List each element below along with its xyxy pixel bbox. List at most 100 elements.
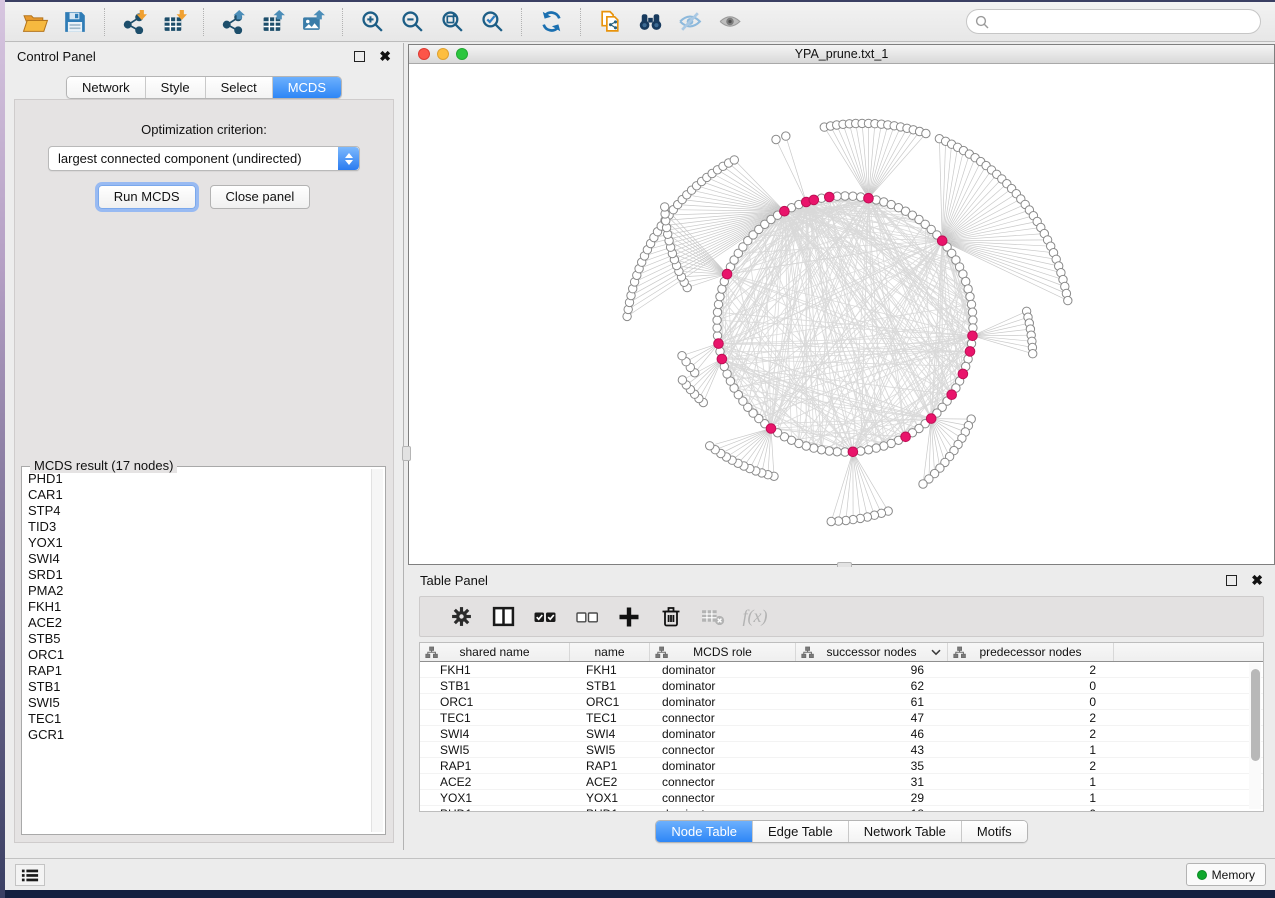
table-row[interactable]: RAP1RAP1dominator352	[420, 758, 1263, 774]
mcds-result-item[interactable]: STB1	[28, 679, 370, 695]
import-network-button[interactable]	[114, 6, 154, 38]
zoom-selected-button[interactable]	[472, 6, 512, 38]
cell-predecessor-nodes[interactable]: 2	[948, 726, 1114, 741]
cell-predecessor-nodes[interactable]: 2	[948, 710, 1114, 725]
table-tab-node-table[interactable]: Node Table	[656, 821, 752, 842]
cell-shared-name[interactable]: PHD1	[420, 806, 570, 812]
cell-MCDS-role[interactable]: dominator	[650, 726, 796, 741]
cell-predecessor-nodes[interactable]: 0	[948, 678, 1114, 693]
table-scrollbar[interactable]	[1249, 663, 1261, 809]
mcds-result-item[interactable]: YOX1	[28, 535, 370, 551]
zoom-fit-button[interactable]	[432, 6, 472, 38]
float-table-panel-icon[interactable]	[1226, 575, 1237, 586]
export-image-button[interactable]	[293, 6, 333, 38]
cell-predecessor-nodes[interactable]: 1	[948, 774, 1114, 789]
mcds-result-item[interactable]: PHD1	[28, 471, 370, 487]
find-button[interactable]	[630, 6, 670, 38]
column-header-name[interactable]: name	[570, 643, 650, 661]
mcds-result-item[interactable]: ORC1	[28, 647, 370, 663]
search-input[interactable]	[989, 12, 1260, 32]
clone-network-button[interactable]	[590, 6, 630, 38]
cell-MCDS-role[interactable]: dominator	[650, 806, 796, 812]
cell-successor-nodes[interactable]: 46	[796, 726, 948, 741]
mcds-result-item[interactable]: SRD1	[28, 567, 370, 583]
cell-name[interactable]: SWI5	[570, 742, 650, 757]
tab-mcds[interactable]: MCDS	[272, 77, 341, 98]
cell-shared-name[interactable]: SWI4	[420, 726, 570, 741]
cell-name[interactable]: FKH1	[570, 662, 650, 677]
cell-name[interactable]: ORC1	[570, 694, 650, 709]
table-row[interactable]: YOX1YOX1connector291	[420, 790, 1263, 806]
cell-shared-name[interactable]: STB1	[420, 678, 570, 693]
column-header-MCDS-role[interactable]: MCDS role	[650, 643, 796, 661]
cell-shared-name[interactable]: YOX1	[420, 790, 570, 805]
table-tab-network-table[interactable]: Network Table	[848, 821, 961, 842]
tab-network[interactable]: Network	[67, 77, 145, 98]
mcds-result-item[interactable]: STP4	[28, 503, 370, 519]
cell-MCDS-role[interactable]: connector	[650, 742, 796, 757]
cell-successor-nodes[interactable]: 47	[796, 710, 948, 725]
tab-style[interactable]: Style	[145, 77, 205, 98]
table-row[interactable]: ACE2ACE2connector311	[420, 774, 1263, 790]
table-row[interactable]: TEC1TEC1connector472	[420, 710, 1263, 726]
cell-name[interactable]: PHD1	[570, 806, 650, 812]
optimization-criterion-select[interactable]: largest connected component (undirected)	[48, 146, 360, 171]
cell-MCDS-role[interactable]: connector	[650, 774, 796, 789]
cell-name[interactable]: SWI4	[570, 726, 650, 741]
cell-shared-name[interactable]: RAP1	[420, 758, 570, 773]
cell-shared-name[interactable]: ORC1	[420, 694, 570, 709]
cell-MCDS-role[interactable]: connector	[650, 790, 796, 805]
zoom-out-button[interactable]	[392, 6, 432, 38]
mcds-result-item[interactable]: SWI5	[28, 695, 370, 711]
float-panel-icon[interactable]	[354, 51, 365, 62]
table-row[interactable]: FKH1FKH1dominator962	[420, 662, 1263, 678]
cell-predecessor-nodes[interactable]: 1	[948, 790, 1114, 805]
mcds-result-item[interactable]: RAP1	[28, 663, 370, 679]
refresh-view-button[interactable]	[531, 6, 571, 38]
cell-shared-name[interactable]: SWI5	[420, 742, 570, 757]
delete-column-button[interactable]	[650, 602, 692, 632]
zoom-in-button[interactable]	[352, 6, 392, 38]
network-leaf-nodes[interactable]	[623, 119, 1072, 525]
close-panel-icon[interactable]: ✖	[379, 51, 391, 62]
cell-shared-name[interactable]: TEC1	[420, 710, 570, 725]
cell-shared-name[interactable]: ACE2	[420, 774, 570, 789]
cell-name[interactable]: YOX1	[570, 790, 650, 805]
cell-predecessor-nodes[interactable]: 0	[948, 694, 1114, 709]
cell-MCDS-role[interactable]: dominator	[650, 678, 796, 693]
mcds-result-item[interactable]: GCR1	[28, 727, 370, 743]
cell-name[interactable]: ACE2	[570, 774, 650, 789]
cell-successor-nodes[interactable]: 29	[796, 790, 948, 805]
close-table-panel-icon[interactable]: ✖	[1251, 575, 1263, 586]
task-history-button[interactable]	[15, 864, 45, 886]
table-tab-edge-table[interactable]: Edge Table	[752, 821, 848, 842]
table-row[interactable]: ORC1ORC1dominator610	[420, 694, 1263, 710]
cell-successor-nodes[interactable]: 43	[796, 742, 948, 757]
cell-predecessor-nodes[interactable]: 2	[948, 758, 1114, 773]
cell-name[interactable]: TEC1	[570, 710, 650, 725]
tab-select[interactable]: Select	[205, 77, 272, 98]
open-file-button[interactable]	[15, 6, 55, 38]
table-row[interactable]: STB1STB1dominator620	[420, 678, 1263, 694]
cell-successor-nodes[interactable]: 18	[796, 806, 948, 812]
table-scrollbar-thumb[interactable]	[1251, 669, 1260, 761]
cell-successor-nodes[interactable]: 96	[796, 662, 948, 677]
memory-button[interactable]: Memory	[1186, 863, 1266, 886]
cell-predecessor-nodes[interactable]: 2	[948, 662, 1114, 677]
column-header-shared-name[interactable]: shared name	[420, 643, 570, 661]
network-canvas[interactable]	[409, 65, 1274, 564]
export-table-button[interactable]	[253, 6, 293, 38]
table-row[interactable]: SWI4SWI4dominator462	[420, 726, 1263, 742]
export-network-button[interactable]	[213, 6, 253, 38]
cell-predecessor-nodes[interactable]: 0	[948, 806, 1114, 812]
toggle-column-panel-button[interactable]	[482, 602, 524, 632]
cell-shared-name[interactable]: FKH1	[420, 662, 570, 677]
show-overlay-button[interactable]	[710, 6, 750, 38]
cell-predecessor-nodes[interactable]: 1	[948, 742, 1114, 757]
close-panel-button[interactable]: Close panel	[210, 185, 311, 209]
table-tab-motifs[interactable]: Motifs	[961, 821, 1027, 842]
hide-overlay-button[interactable]	[670, 6, 710, 38]
save-session-button[interactable]	[55, 6, 95, 38]
select-all-columns-button[interactable]	[524, 602, 566, 632]
mcds-result-item[interactable]: CAR1	[28, 487, 370, 503]
